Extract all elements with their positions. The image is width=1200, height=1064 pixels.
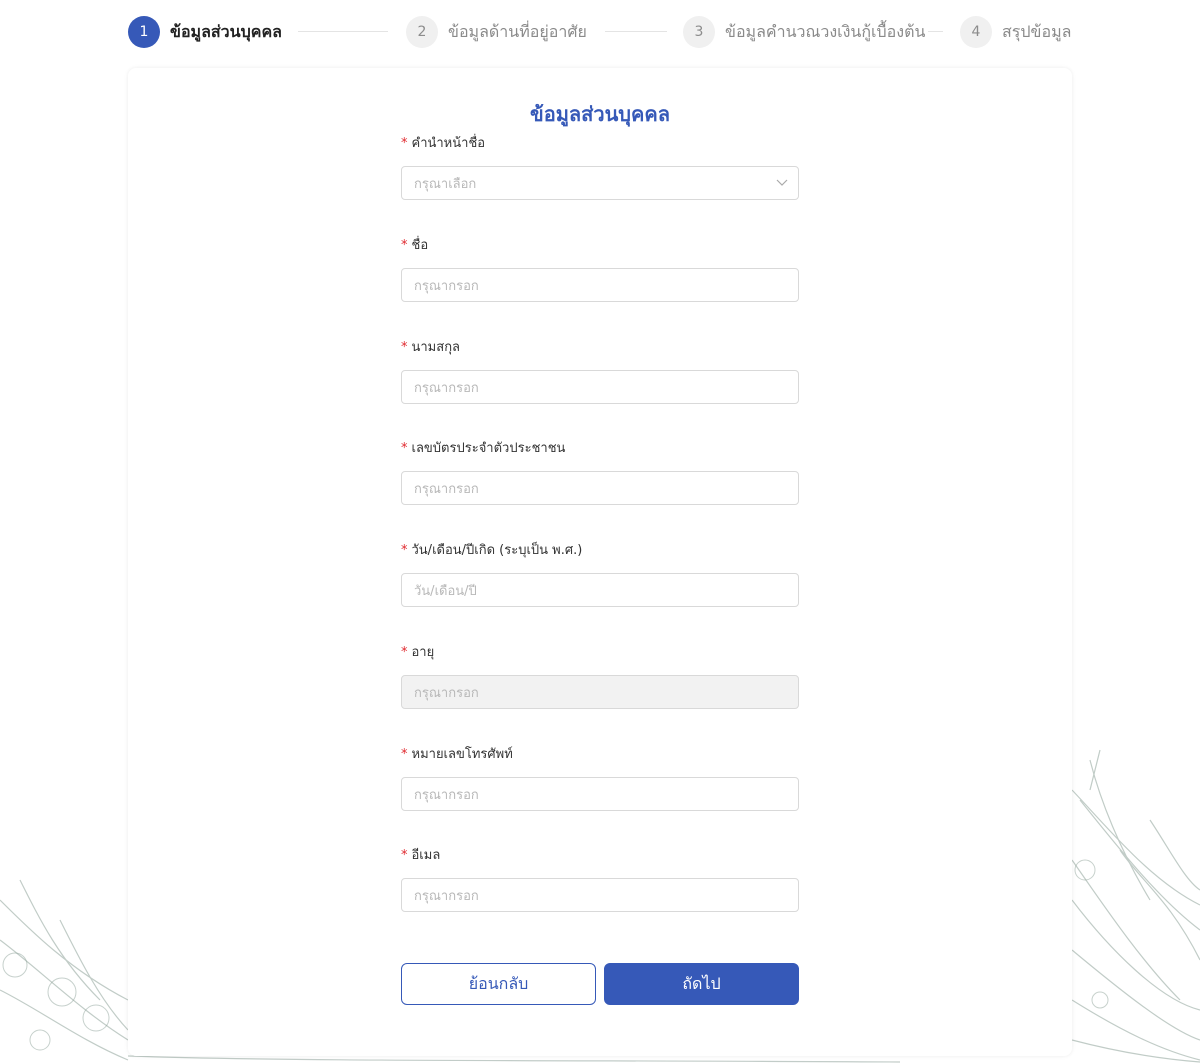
personal-info-form-card: ข้อมูลส่วนบุคคล * คำนำหน้าชื่อ กรุณาเลือก…: [128, 68, 1072, 1056]
last-name-input[interactable]: กรุณากรอก: [401, 370, 799, 404]
field-label: * วัน/เดือน/ปีเกิด (ระบุเป็น พ.ศ.): [401, 541, 799, 561]
field-phone: * หมายเลขโทรศัพท์ กรุณากรอก: [401, 745, 799, 811]
step-label: สรุปข้อมูล: [1002, 21, 1072, 41]
required-mark: *: [401, 747, 408, 762]
step-number: 1: [128, 16, 160, 48]
field-label-text: วัน/เดือน/ปีเกิด (ระบุเป็น พ.ศ.): [411, 543, 583, 558]
required-mark: *: [401, 848, 408, 863]
required-mark: *: [401, 441, 408, 456]
field-label: * คำนำหน้าชื่อ: [401, 134, 799, 154]
field-label-text: อายุ: [411, 645, 435, 660]
back-button[interactable]: ย้อนกลับ: [401, 963, 596, 1005]
step-label: ข้อมูลด้านที่อยู่อาศัย: [448, 21, 587, 41]
step-label: ข้อมูลส่วนบุคคล: [170, 21, 282, 41]
field-label: * อายุ: [401, 643, 799, 663]
required-mark: *: [401, 645, 408, 660]
email-input[interactable]: กรุณากรอก: [401, 878, 799, 912]
field-label: * หมายเลขโทรศัพท์: [401, 745, 799, 765]
field-email: * อีเมล กรุณากรอก: [401, 846, 799, 912]
input-placeholder: วัน/เดือน/ปี: [414, 583, 477, 599]
input-placeholder: กรุณากรอก: [414, 481, 479, 497]
field-label: * เลขบัตรประจำตัวประชาชน: [401, 439, 799, 459]
field-first-name: * ชื่อ กรุณากรอก: [401, 236, 799, 302]
progress-stepper: 1 ข้อมูลส่วนบุคคล 2 ข้อมูลด้านที่อยู่อาศ…: [128, 15, 1072, 49]
field-age: * อายุ กรุณากรอก: [401, 643, 799, 709]
title-prefix-select[interactable]: กรุณาเลือก: [401, 166, 799, 200]
required-mark: *: [401, 238, 408, 253]
step-number: 3: [683, 16, 715, 48]
required-mark: *: [401, 543, 408, 558]
field-label-text: ชื่อ: [411, 238, 429, 253]
step-1[interactable]: 1 ข้อมูลส่วนบุคคล: [128, 15, 282, 49]
chevron-down-icon: [776, 179, 788, 186]
input-placeholder: กรุณากรอก: [414, 685, 479, 701]
field-label-text: นามสกุล: [411, 340, 461, 355]
birth-date-input[interactable]: วัน/เดือน/ปี: [401, 573, 799, 607]
field-national-id: * เลขบัตรประจำตัวประชาชน กรุณากรอก: [401, 439, 799, 505]
step-connector: [928, 31, 943, 32]
step-connector: [605, 31, 667, 32]
field-birth-date: * วัน/เดือน/ปีเกิด (ระบุเป็น พ.ศ.) วัน/เด…: [401, 541, 799, 607]
step-2[interactable]: 2 ข้อมูลด้านที่อยู่อาศัย: [406, 15, 587, 49]
field-label-text: อีเมล: [411, 848, 441, 863]
step-3[interactable]: 3 ข้อมูลคำนวณวงเงินกู้เบื้องต้น: [683, 15, 925, 49]
age-input-disabled: กรุณากรอก: [401, 675, 799, 709]
step-label: ข้อมูลคำนวณวงเงินกู้เบื้องต้น: [725, 21, 926, 41]
input-placeholder: กรุณากรอก: [414, 278, 479, 294]
next-button[interactable]: ถัดไป: [604, 963, 799, 1005]
input-placeholder: กรุณากรอก: [414, 787, 479, 803]
phone-input[interactable]: กรุณากรอก: [401, 777, 799, 811]
step-number: 4: [960, 16, 992, 48]
form-title: ข้อมูลส่วนบุคคล: [530, 102, 670, 126]
step-4[interactable]: 4 สรุปข้อมูล: [960, 15, 1071, 49]
field-title-prefix: * คำนำหน้าชื่อ กรุณาเลือก: [401, 134, 799, 200]
required-mark: *: [401, 340, 408, 355]
field-label-text: หมายเลขโทรศัพท์: [411, 747, 513, 762]
input-placeholder: กรุณากรอก: [414, 380, 479, 396]
step-number: 2: [406, 16, 438, 48]
required-mark: *: [401, 136, 408, 151]
step-connector: [298, 31, 388, 32]
select-placeholder: กรุณาเลือก: [414, 176, 477, 192]
national-id-input[interactable]: กรุณากรอก: [401, 471, 799, 505]
first-name-input[interactable]: กรุณากรอก: [401, 268, 799, 302]
field-label: * อีเมล: [401, 846, 799, 866]
field-label-text: เลขบัตรประจำตัวประชาชน: [411, 441, 566, 456]
field-label-text: คำนำหน้าชื่อ: [411, 136, 486, 151]
field-label: * ชื่อ: [401, 236, 799, 256]
input-placeholder: กรุณากรอก: [414, 888, 479, 904]
field-last-name: * นามสกุล กรุณากรอก: [401, 338, 799, 404]
field-label: * นามสกุล: [401, 338, 799, 358]
